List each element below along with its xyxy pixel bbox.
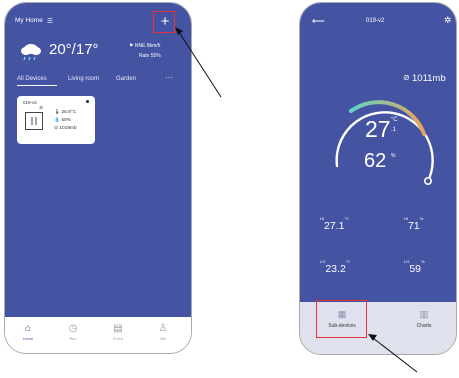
annotation-arrows [175,27,418,373]
arrow-to-add-button [175,27,222,98]
arrow-to-sub-devices [368,334,418,373]
